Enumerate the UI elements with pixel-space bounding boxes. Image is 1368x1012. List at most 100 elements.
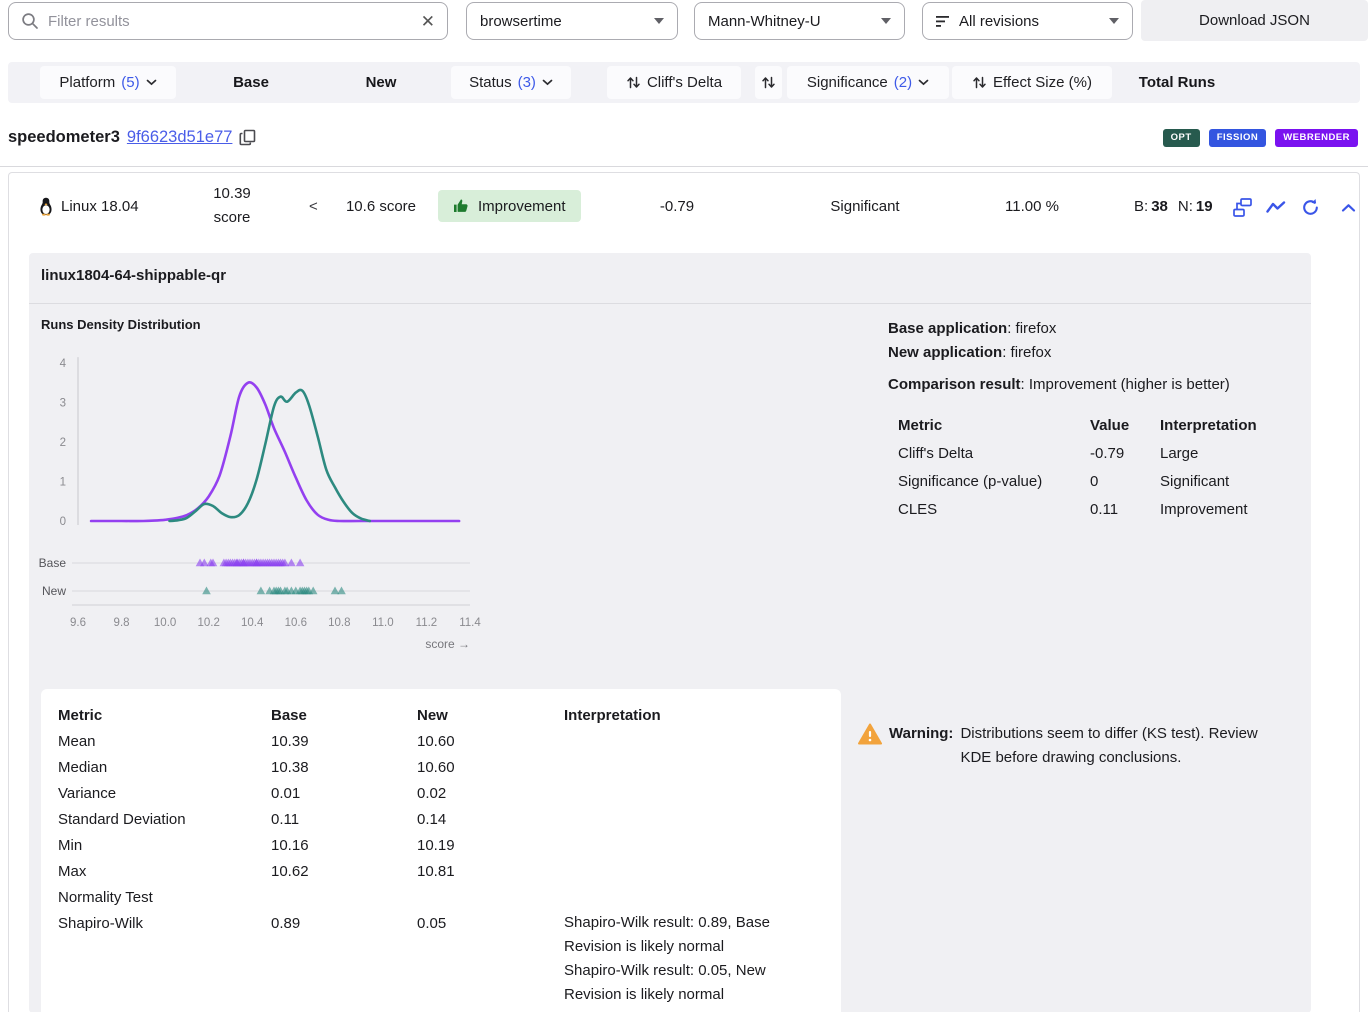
stats-cell: Median [58, 755, 271, 781]
sort-arrows-icon [626, 75, 641, 90]
copy-icon[interactable] [239, 129, 256, 146]
chevron-down-icon [542, 79, 553, 86]
shapiro-new-interpretation: Shapiro-Wilk result: 0.05, New Revision … [564, 959, 809, 1007]
cliffs-delta-value: -0.79 [625, 173, 729, 239]
status-filter-label: Status [469, 74, 512, 91]
caret-down-icon [881, 18, 891, 24]
new-application-value: : firefox [1002, 344, 1051, 361]
stats-cell: 10.60 [417, 755, 564, 781]
revision-link[interactable]: 9f6623d51e77 [127, 128, 233, 147]
stats-cell: 0.11 [271, 807, 417, 833]
stats-cell: 0.01 [271, 781, 417, 807]
linux-icon [38, 197, 54, 216]
svg-text:4: 4 [60, 358, 67, 370]
metrics-cell: Significant [1160, 468, 1303, 496]
caret-down-icon [654, 18, 664, 24]
clear-search-icon[interactable]: ✕ [421, 13, 435, 30]
thumbs-up-icon [453, 198, 469, 214]
sort-significance-button[interactable] [755, 66, 782, 99]
stats-header-interpretation: Interpretation [564, 703, 824, 729]
platform-filter-count: (5) [121, 74, 139, 91]
stats-cell: Max [58, 859, 271, 885]
svg-text:score →: score → [425, 637, 470, 651]
svg-text:2: 2 [60, 437, 66, 449]
new-score-value: 10.6 score [334, 173, 428, 239]
base-application-label: Base application [888, 320, 1007, 337]
cliffs-delta-column-header: Cliff's Delta [647, 74, 722, 91]
search-icon [21, 12, 39, 30]
base-score-value: 10.39 score [197, 182, 267, 230]
subtest-name: linux1804-64-shippable-qr [41, 267, 226, 284]
table-row: Standard Deviation0.110.14 [58, 807, 824, 833]
svg-text:New: New [42, 584, 66, 598]
chevron-down-icon [146, 79, 157, 86]
metrics-cell: CLES [898, 496, 1090, 524]
search-input[interactable] [48, 13, 412, 30]
kde-chart: 01234BaseNew9.69.810.010.210.410.610.811… [36, 341, 486, 656]
metrics-cell: Large [1160, 440, 1303, 468]
stats-cell: Min [58, 833, 271, 859]
filter-results-search[interactable]: ✕ [8, 2, 448, 40]
table-row: Min10.1610.19 [58, 833, 824, 859]
metrics-header-value: Value [1090, 412, 1160, 440]
framework-dropdown[interactable]: browsertime [466, 2, 678, 40]
svg-text:11.2: 11.2 [416, 617, 438, 629]
stats-cell: 10.38 [271, 755, 417, 781]
graph-icon[interactable] [1265, 196, 1287, 218]
test-name: speedometer3 [8, 128, 120, 147]
svg-text:10.8: 10.8 [328, 617, 350, 629]
comparison-sign: < [309, 173, 318, 239]
tag-opt: OPT [1163, 129, 1200, 147]
test-dropdown[interactable]: Mann-Whitney-U [694, 2, 905, 40]
subtests-compare-icon[interactable] [1231, 196, 1253, 218]
stats-cell: 0.02 [417, 781, 564, 807]
effect-size-value: 11.00 % [974, 173, 1090, 239]
stats-header-metric: Metric [58, 703, 271, 729]
status-filter[interactable]: Status (3) [451, 66, 571, 99]
expanded-details-panel: linux1804-64-shippable-qr Runs Density D… [29, 253, 1311, 1012]
svg-text:10.2: 10.2 [197, 617, 219, 629]
caret-down-icon [1109, 18, 1119, 24]
runs-new-label: N: [1178, 198, 1193, 215]
table-row: Mean10.3910.60 [58, 729, 824, 755]
stats-header-base: Base [271, 703, 417, 729]
section-divider [0, 166, 1368, 167]
platform-filter[interactable]: Platform (5) [40, 66, 176, 99]
stats-cell: 0.14 [417, 807, 564, 833]
sort-arrows-icon [761, 75, 776, 90]
tag-fission: FISSION [1209, 129, 1267, 147]
collapse-chevron-up-icon[interactable] [1337, 197, 1359, 219]
statistics-table: Metric Base New Interpretation Mean10.39… [58, 703, 824, 1007]
test-titlebar: speedometer3 9f6623d51e77 OPT FISSION WE… [8, 128, 1358, 147]
sort-cliffs-delta-button[interactable]: Cliff's Delta [607, 66, 741, 99]
kde-chart-svg: 01234BaseNew9.69.810.010.210.410.610.811… [36, 341, 486, 651]
status-badge-label: Improvement [478, 198, 566, 215]
stats-cell: 10.81 [417, 859, 564, 885]
total-runs-column-header: Total Runs [1127, 66, 1227, 99]
significance-filter-count: (2) [894, 74, 912, 91]
platform-value: Linux 18.04 [61, 198, 139, 215]
kde-chart-title: Runs Density Distribution [41, 317, 201, 332]
stats-cell: Mean [58, 729, 271, 755]
stats-cell: Standard Deviation [58, 807, 271, 833]
table-row: Median10.3810.60 [58, 755, 824, 781]
normality-interpretation: Shapiro-Wilk result: 0.89, Base Revision… [564, 911, 824, 1007]
stats-cell: 10.60 [417, 729, 564, 755]
stats-cell: Variance [58, 781, 271, 807]
retrigger-refresh-icon[interactable] [1299, 196, 1321, 218]
platform-filter-label: Platform [59, 74, 115, 91]
stats-cell: 10.62 [271, 859, 417, 885]
comparison-result-label: Comparison result [888, 376, 1021, 393]
sort-effect-size-button[interactable]: Effect Size (%) [952, 66, 1112, 99]
status-badge: Improvement [438, 190, 581, 222]
svg-text:10.4: 10.4 [241, 617, 264, 629]
revisions-dropdown[interactable]: All revisions [922, 2, 1133, 40]
stats-header-new: New [417, 703, 564, 729]
runs-base-value: 38 [1151, 198, 1168, 215]
significance-filter[interactable]: Significance (2) [787, 66, 949, 99]
sort-lines-icon [936, 15, 951, 28]
metrics-header-interpretation: Interpretation [1160, 412, 1303, 440]
metrics-header-metric: Metric [898, 412, 1090, 440]
metrics-cell: 0.11 [1090, 496, 1160, 524]
download-json-button[interactable]: Download JSON [1141, 0, 1368, 41]
